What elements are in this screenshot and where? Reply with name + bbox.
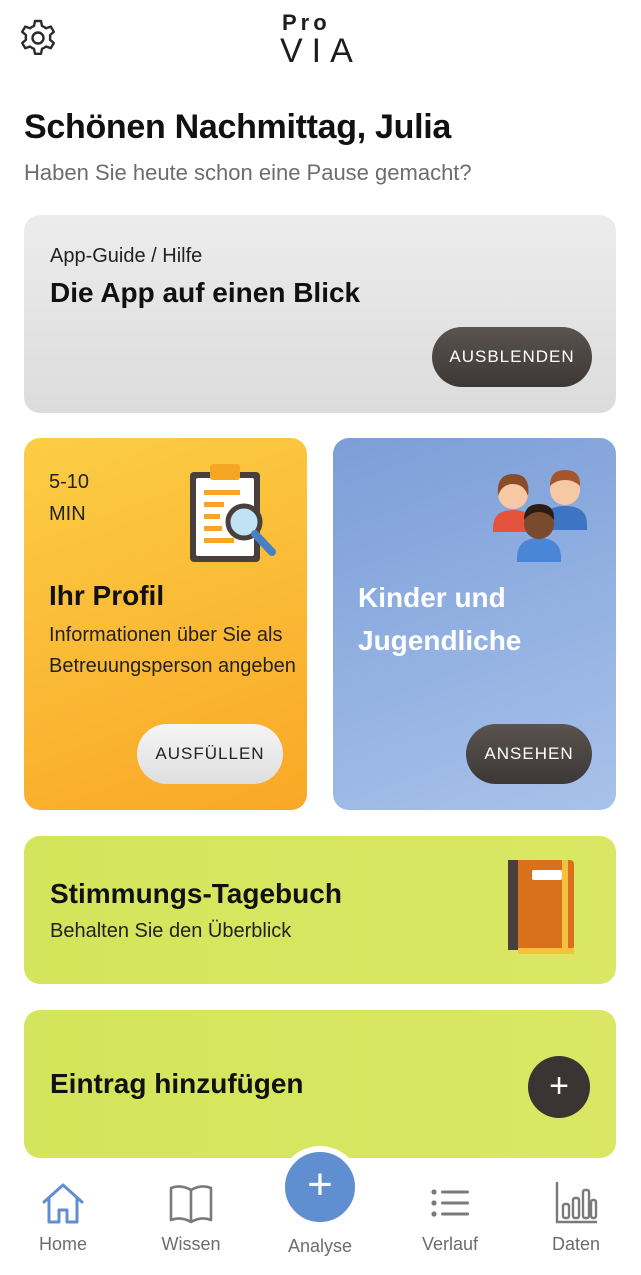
list-icon: [431, 1189, 469, 1217]
bar-chart-icon: [555, 1182, 598, 1224]
add-entry-card[interactable]: Eintrag hinzufügen +: [24, 1010, 616, 1158]
mood-diary-title: Stimmungs-Tagebuch: [50, 878, 342, 909]
profile-title: Ihr Profil: [49, 580, 165, 611]
nav-daten[interactable]: Daten: [526, 1180, 626, 1255]
diary-book-icon: [508, 860, 574, 954]
gear-icon[interactable]: [18, 18, 58, 58]
view-kids-button[interactable]: ANSEHEN: [466, 724, 592, 784]
greeting-title: Schönen Nachmittag, Julia: [24, 108, 452, 146]
add-entry-title: Eintrag hinzufügen: [50, 1068, 304, 1099]
nav-verlauf-label: Verlauf: [421, 1234, 479, 1254]
app-logo: Pro VIA: [270, 10, 370, 70]
home-screen: Pro VIA Schönen Nachmittag, Julia Haben …: [0, 0, 641, 1275]
duration-unit: MIN: [49, 503, 86, 525]
guide-title: Die App auf einen Blick: [50, 277, 361, 308]
nav-analyse-label: Analyse: [287, 1236, 353, 1256]
nav-home[interactable]: Home: [13, 1180, 113, 1255]
nav-wissen-label: Wissen: [161, 1234, 221, 1254]
profile-card[interactable]: 5-10 MIN Ihr Profil Informationen über S…: [24, 438, 307, 810]
kids-card[interactable]: Kinder und Jugendliche ANSEHEN: [333, 438, 616, 810]
kids-title: Kinder und Jugendliche: [358, 582, 522, 656]
mood-diary-subtitle: Behalten Sie den Überblick: [50, 920, 292, 942]
mood-diary-card[interactable]: Stimmungs-Tagebuch Behalten Sie den Über…: [24, 836, 616, 984]
duration-value: 5-10: [49, 471, 90, 493]
analyse-fab-button[interactable]: +: [279, 1146, 361, 1228]
app-guide-card: App-Guide / Hilfe Die App auf einen Blic…: [24, 215, 616, 413]
book-open-icon: [169, 1185, 213, 1224]
logo-bottom: VIA: [280, 32, 362, 70]
clipboard-search-icon: [190, 464, 276, 562]
home-icon: [42, 1183, 84, 1224]
children-group-icon: [493, 470, 587, 562]
add-entry-button[interactable]: +: [528, 1056, 590, 1118]
profile-duration: 5-10 MIN: [49, 466, 89, 530]
fill-profile-button[interactable]: AUSFÜLLEN: [137, 724, 283, 784]
nav-home-label: Home: [38, 1234, 87, 1254]
nav-verlauf[interactable]: Verlauf: [400, 1180, 500, 1255]
greeting-subtitle: Haben Sie heute schon eine Pause gemacht…: [24, 160, 472, 185]
nav-wissen[interactable]: Wissen: [141, 1180, 241, 1255]
guide-kicker: App-Guide / Hilfe: [50, 245, 203, 267]
hide-guide-button[interactable]: AUSBLENDEN: [432, 327, 592, 387]
nav-daten-label: Daten: [551, 1234, 601, 1254]
profile-description: Informationen über Sie als Betreuungsper…: [49, 624, 296, 677]
